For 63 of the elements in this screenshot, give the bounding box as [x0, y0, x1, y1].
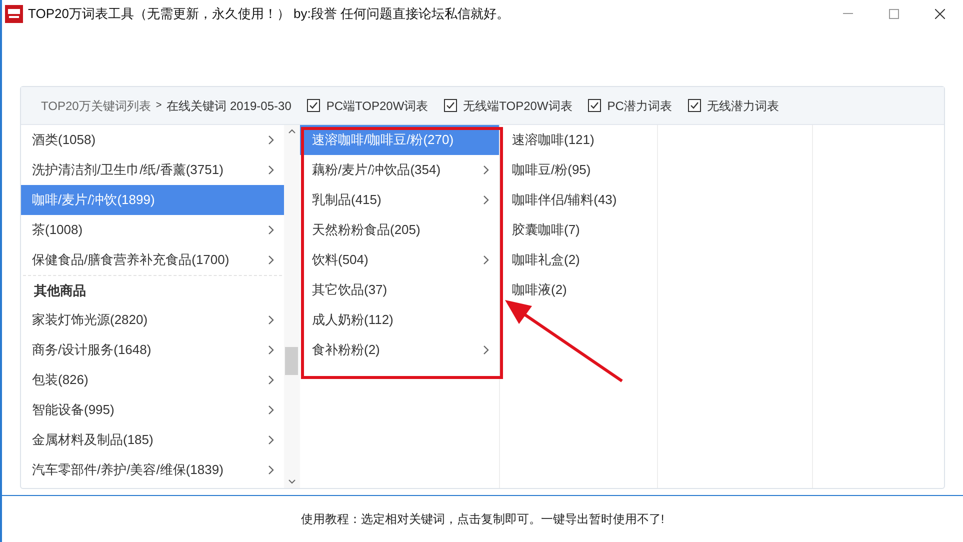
- category-item[interactable]: 商务/设计服务(1648): [21, 335, 284, 365]
- subcategory-item[interactable]: 乳制品(415): [300, 185, 499, 215]
- scroll-down-icon: [288, 479, 296, 484]
- check-icon: [690, 101, 699, 110]
- footer-text: 使用教程：选定相对关键词，点击复制即可。一键导出暂时使用不了!: [300, 511, 664, 528]
- subcategory-item[interactable]: 食补粉粉(2): [300, 335, 499, 365]
- category-item[interactable]: 包装(826): [21, 365, 284, 395]
- check-icon: [446, 101, 456, 110]
- category-item[interactable]: 金属材料及制品(185): [21, 425, 284, 455]
- check-icon: [590, 101, 600, 110]
- category-item[interactable]: 家装灯饰光源(2820): [21, 305, 284, 335]
- chevron-right-icon: [268, 375, 274, 385]
- chevron-right-icon: [268, 135, 274, 145]
- chevron-right-icon: [483, 345, 489, 355]
- minimize-icon: [843, 13, 853, 14]
- keyword-item[interactable]: 胶囊咖啡(7): [500, 215, 657, 245]
- category-heading: 其他商品: [34, 282, 86, 300]
- subcategory-item[interactable]: 天然粉粉食品(205): [300, 215, 499, 245]
- checkbox-label: 无线潜力词表: [706, 98, 779, 114]
- maximize-icon: [889, 8, 899, 18]
- close-icon: [935, 8, 945, 18]
- keyword-item[interactable]: 咖啡豆/粉(95): [500, 155, 657, 185]
- breadcrumb-root[interactable]: TOP20万关键词列表: [41, 96, 151, 114]
- breadcrumb-separator: >: [156, 99, 162, 113]
- checkbox-label: PC端TOP20W词表: [326, 98, 428, 114]
- category-item[interactable]: 智能设备(995): [21, 395, 284, 425]
- chevron-right-icon: [268, 315, 274, 325]
- checkbox-label: PC潜力词表: [607, 98, 672, 114]
- checkbox[interactable]: [588, 99, 602, 112]
- keyword-item[interactable]: 咖啡液(2): [500, 275, 657, 305]
- keyword-item[interactable]: 咖啡伴侣/辅料(43): [500, 185, 657, 215]
- category-item[interactable]: 保健食品/膳食营养补充食品(1700): [21, 245, 284, 275]
- subcategory-item[interactable]: 饮料(504): [300, 245, 499, 275]
- chevron-right-icon: [483, 195, 489, 205]
- chevron-right-icon: [268, 345, 274, 355]
- window-title: TOP20万词表工具（无需更新，永久使用！） by:段誉 任何问题直接论坛私信就好。: [28, 4, 510, 23]
- breadcrumb-current: 在线关键词 2019-05-30: [166, 98, 292, 114]
- app-logo-icon: [5, 4, 23, 22]
- category-item[interactable]: 酒类(1058): [21, 125, 284, 155]
- check-icon: [309, 101, 318, 110]
- subcategory-item[interactable]: 其它饮品(37): [300, 275, 499, 305]
- chevron-right-icon: [268, 435, 274, 445]
- chevron-right-icon: [483, 165, 489, 175]
- chevron-right-icon: [268, 465, 274, 475]
- checkbox-label: 无线端TOP20W词表: [463, 98, 572, 114]
- chevron-right-icon: [268, 165, 274, 175]
- chevron-right-icon: [268, 405, 274, 415]
- category-item[interactable]: 洗护清洁剂/卫生巾/纸/香薰(3751): [21, 155, 284, 185]
- scrollbar[interactable]: [284, 125, 300, 488]
- checkbox[interactable]: [444, 99, 458, 112]
- category-item[interactable]: 茶(1008): [21, 215, 284, 245]
- scroll-up-icon: [288, 129, 296, 134]
- keyword-item[interactable]: 咖啡礼盒(2): [500, 245, 657, 275]
- chevron-right-icon: [483, 255, 489, 265]
- chevron-right-icon: [268, 255, 274, 265]
- scrollbar-thumb[interactable]: [285, 347, 298, 375]
- chevron-right-icon: [268, 225, 274, 235]
- subcategory-item[interactable]: 成人奶粉(112): [300, 305, 499, 335]
- category-item[interactable]: 汽车零部件/养护/美容/维保(1839): [21, 455, 284, 485]
- subcategory-item[interactable]: 藕粉/麦片/冲饮品(354): [300, 155, 499, 185]
- checkbox[interactable]: [307, 99, 320, 112]
- keyword-item[interactable]: 速溶咖啡(121): [500, 125, 657, 155]
- checkbox[interactable]: [688, 99, 701, 112]
